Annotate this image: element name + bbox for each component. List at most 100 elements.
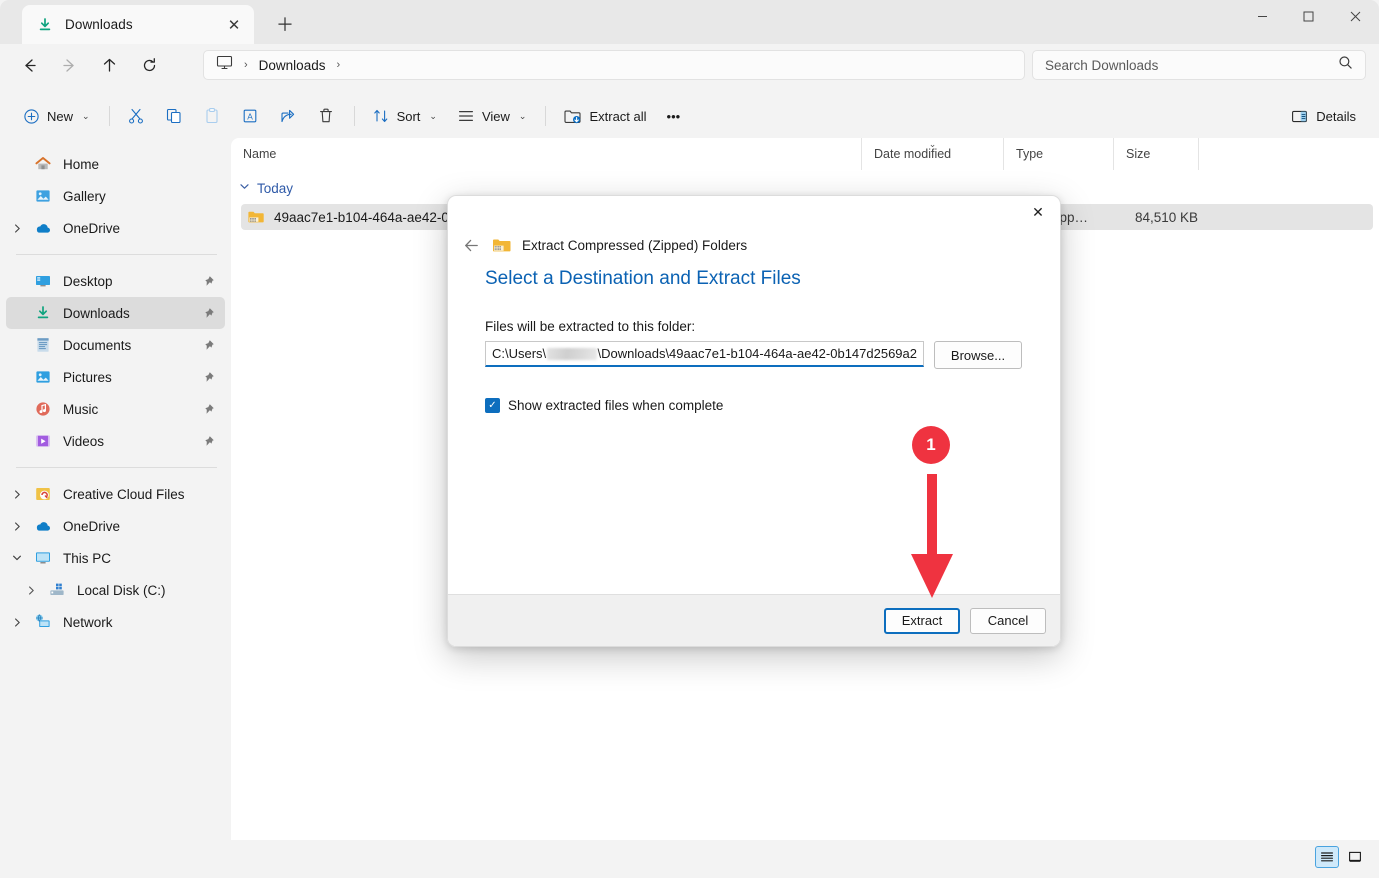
new-tab-button[interactable]: ＋ bbox=[272, 11, 298, 37]
checkbox-label: Show extracted files when complete bbox=[508, 398, 723, 413]
onedrive-icon bbox=[34, 219, 52, 237]
expand-chevron-icon bbox=[6, 393, 28, 425]
expand-chevron-icon[interactable] bbox=[6, 212, 28, 244]
extract-all-label: Extract all bbox=[589, 109, 646, 124]
sidebar-item-pictures[interactable]: Pictures bbox=[6, 361, 225, 393]
expand-chevron-icon[interactable] bbox=[6, 510, 28, 542]
path-suffix: \Downloads\49aac7e1-b104-464a-ae42-0b147… bbox=[598, 346, 917, 361]
browse-button[interactable]: Browse... bbox=[934, 341, 1022, 369]
large-icons-view-icon[interactable] bbox=[1343, 846, 1367, 868]
up-icon[interactable] bbox=[92, 50, 126, 80]
expand-chevron-icon bbox=[6, 180, 28, 212]
sidebar-item-music[interactable]: Music bbox=[6, 393, 225, 425]
breadcrumb[interactable]: › Downloads › bbox=[203, 50, 1025, 80]
sidebar-item-creative-cloud-files[interactable]: Creative Cloud Files bbox=[6, 478, 225, 510]
sidebar-item-videos[interactable]: Videos bbox=[6, 425, 225, 457]
pin-icon[interactable] bbox=[199, 307, 217, 320]
chevron-down-icon: ⌄ bbox=[429, 111, 437, 122]
this-pc-icon[interactable] bbox=[216, 54, 233, 76]
details-label: Details bbox=[1316, 109, 1356, 124]
sidebar-item-gallery[interactable]: Gallery bbox=[6, 180, 225, 212]
view-button[interactable]: View ⌄ bbox=[448, 100, 536, 132]
breadcrumb-separator: › bbox=[244, 59, 248, 71]
chevron-down-icon: ⌄ bbox=[519, 111, 527, 122]
sidebar-item-downloads[interactable]: Downloads bbox=[6, 297, 225, 329]
sort-button[interactable]: Sort ⌄ bbox=[363, 100, 446, 132]
checkbox-checked-icon[interactable]: ✓ bbox=[485, 398, 500, 413]
sidebar-item-desktop[interactable]: Desktop bbox=[6, 265, 225, 297]
pin-icon[interactable] bbox=[199, 435, 217, 448]
sidebar-item-local-disk-c[interactable]: Local Disk (C:) bbox=[6, 574, 225, 606]
expand-chevron-icon bbox=[6, 148, 28, 180]
back-icon[interactable] bbox=[456, 231, 486, 259]
extract-all-button[interactable]: Extract all bbox=[554, 100, 655, 132]
pin-icon[interactable] bbox=[199, 275, 217, 288]
sidebar-item-label: Desktop bbox=[63, 274, 199, 289]
column-header-name[interactable]: Name bbox=[231, 138, 861, 170]
delete-button[interactable] bbox=[308, 100, 344, 132]
dialog-title: Extract Compressed (Zipped) Folders bbox=[522, 238, 747, 253]
more-options-button[interactable]: ••• bbox=[658, 100, 690, 132]
breadcrumb-separator-trailing[interactable]: › bbox=[336, 59, 340, 71]
details-view-icon[interactable] bbox=[1315, 846, 1339, 868]
back-icon[interactable] bbox=[12, 50, 46, 80]
share-button[interactable] bbox=[270, 100, 306, 132]
details-pane-button[interactable]: Details bbox=[1282, 100, 1365, 132]
zip-folder-icon bbox=[247, 208, 265, 226]
expand-chevron-icon[interactable] bbox=[6, 478, 28, 510]
sidebar-item-label: Home bbox=[63, 157, 199, 172]
search-input[interactable] bbox=[1045, 58, 1338, 73]
cut-button[interactable] bbox=[118, 100, 154, 132]
maximize-button[interactable] bbox=[1285, 0, 1331, 32]
chevron-down-icon: ⌄ bbox=[82, 111, 90, 122]
rename-button[interactable]: A bbox=[232, 100, 268, 132]
pin-icon[interactable] bbox=[199, 403, 217, 416]
expand-chevron-icon[interactable] bbox=[20, 574, 42, 606]
close-icon[interactable]: ✕ bbox=[1016, 196, 1060, 228]
minimize-button[interactable] bbox=[1239, 0, 1285, 32]
chevron-down-icon[interactable] bbox=[239, 181, 250, 195]
expand-chevron-icon bbox=[6, 361, 28, 393]
copy-button[interactable] bbox=[156, 100, 192, 132]
new-label: New bbox=[47, 109, 73, 124]
sidebar-item-home[interactable]: Home bbox=[6, 148, 225, 180]
column-header-date-modified[interactable]: ⌄ Date modified bbox=[861, 138, 1003, 170]
sort-indicator-icon: ⌄ bbox=[929, 139, 937, 150]
sidebar-item-label: Pictures bbox=[63, 370, 199, 385]
sidebar-item-documents[interactable]: Documents bbox=[6, 329, 225, 361]
sidebar-item-this-pc[interactable]: This PC bbox=[6, 542, 225, 574]
close-icon[interactable]: ✕ bbox=[224, 15, 244, 35]
paste-button[interactable] bbox=[194, 100, 230, 132]
show-extracted-checkbox-row[interactable]: ✓ Show extracted files when complete bbox=[485, 398, 1060, 413]
tab-downloads[interactable]: Downloads ✕ bbox=[22, 5, 254, 44]
this-pc-icon bbox=[34, 549, 52, 567]
view-label: View bbox=[482, 109, 510, 124]
column-headers: Name ⌄ Date modified Type Size bbox=[231, 138, 1379, 170]
search-box[interactable] bbox=[1032, 50, 1366, 80]
sidebar-item-onedrive[interactable]: OneDrive bbox=[6, 212, 225, 244]
breadcrumb-current[interactable]: Downloads bbox=[259, 58, 326, 73]
sidebar: Home Gallery OneDrive bbox=[0, 138, 231, 840]
search-icon[interactable] bbox=[1338, 55, 1353, 75]
sidebar-item-label: Documents bbox=[63, 338, 199, 353]
sidebar-item-onedrive-2[interactable]: OneDrive bbox=[6, 510, 225, 542]
new-button[interactable]: New ⌄ bbox=[14, 100, 99, 132]
destination-path-input[interactable]: C:\Users\\Downloads\49aac7e1-b104-464a-a… bbox=[485, 341, 924, 367]
destination-row: C:\Users\\Downloads\49aac7e1-b104-464a-a… bbox=[485, 341, 1060, 369]
column-header-size[interactable]: Size bbox=[1113, 138, 1198, 170]
close-window-button[interactable] bbox=[1331, 0, 1379, 32]
extract-button[interactable]: Extract bbox=[884, 608, 960, 634]
refresh-icon[interactable] bbox=[132, 50, 166, 80]
forward-icon[interactable] bbox=[52, 50, 86, 80]
column-label-date: Date modified bbox=[874, 147, 951, 161]
desktop-icon bbox=[34, 272, 52, 290]
expand-chevron-icon[interactable] bbox=[6, 606, 28, 638]
download-icon bbox=[36, 16, 54, 34]
documents-icon bbox=[34, 336, 52, 354]
sidebar-item-network[interactable]: Network bbox=[6, 606, 225, 638]
pin-icon[interactable] bbox=[199, 371, 217, 384]
pin-icon[interactable] bbox=[199, 339, 217, 352]
cancel-button[interactable]: Cancel bbox=[970, 608, 1046, 634]
collapse-chevron-icon[interactable] bbox=[6, 542, 28, 574]
column-header-type[interactable]: Type bbox=[1003, 138, 1113, 170]
